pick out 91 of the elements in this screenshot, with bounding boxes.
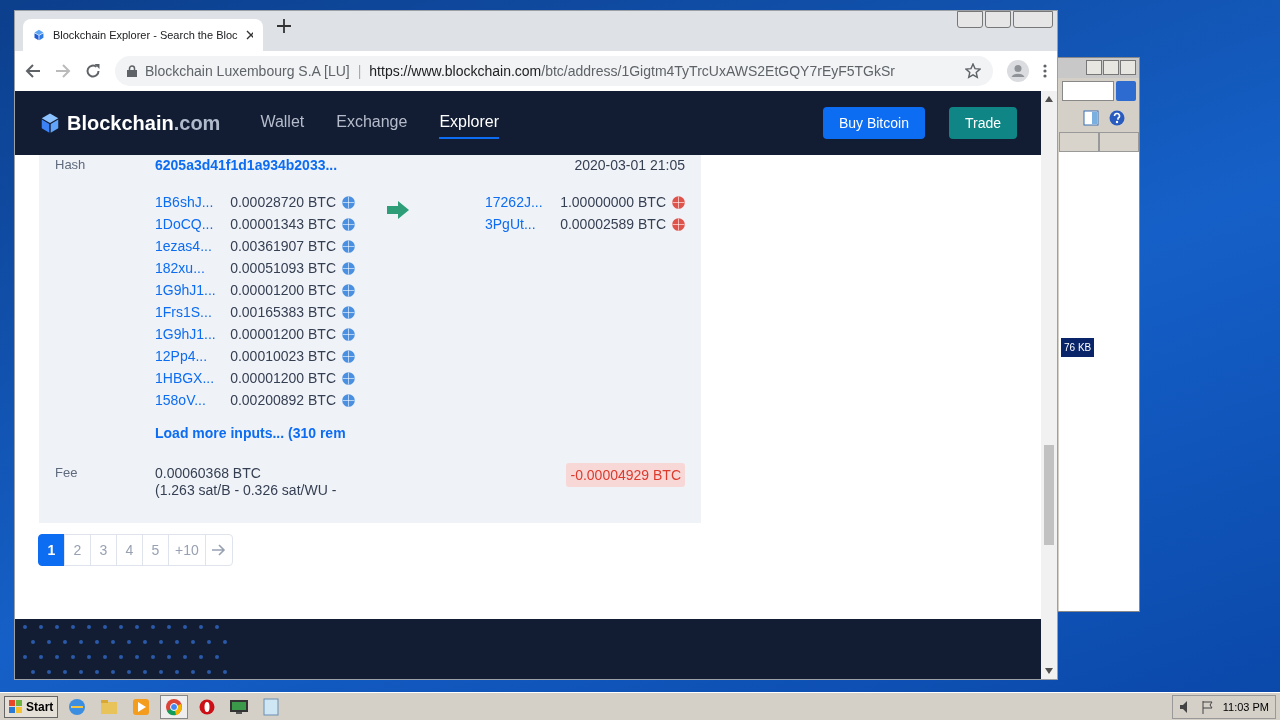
amount-text: 0.00165383 BTC <box>230 304 336 320</box>
globe-icon <box>672 195 685 209</box>
amount-text: 0.00001343 BTC <box>230 216 336 232</box>
page-button[interactable]: 4 <box>116 534 143 566</box>
logo-text[interactable]: Blockchain.com <box>67 111 221 135</box>
page-button[interactable]: +10 <box>168 534 206 566</box>
back-icon[interactable] <box>25 63 41 79</box>
load-more-link[interactable]: Load more inputs... (310 rem <box>155 425 355 441</box>
globe-icon <box>672 217 685 231</box>
fee-rate: (1.263 sat/B - 0.326 sat/WU - <box>155 482 338 499</box>
page-button[interactable]: 5 <box>142 534 169 566</box>
nav-link[interactable]: Wallet <box>260 107 305 139</box>
address-link[interactable]: 17262J... <box>485 194 555 210</box>
amount-text: 0.00002589 BTC <box>560 216 666 232</box>
globe-icon <box>342 371 355 385</box>
scrollbar-thumb[interactable] <box>1044 445 1054 545</box>
globe-icon <box>342 305 355 319</box>
address-link[interactable]: 1DoCQ... <box>155 216 225 232</box>
column-header[interactable] <box>1059 132 1099 152</box>
address-link[interactable]: 158oV... <box>155 392 225 408</box>
amount-text: 1.00000000 BTC <box>560 194 666 210</box>
address-link[interactable]: 1ezas4... <box>155 238 225 254</box>
address-link[interactable]: 1G9hJ1... <box>155 326 225 342</box>
globe-icon <box>342 217 355 231</box>
amount-text: 0.00001200 BTC <box>230 370 336 386</box>
menu-icon[interactable] <box>1043 63 1047 79</box>
nav-link[interactable]: Exchange <box>336 107 408 139</box>
page-button[interactable]: 1 <box>38 534 65 566</box>
scroll-up-icon[interactable] <box>1045 96 1053 102</box>
close-icon[interactable] <box>245 30 253 40</box>
help-icon[interactable] <box>1109 110 1125 126</box>
address-link[interactable]: 1G9hJ1... <box>155 282 225 298</box>
address-link[interactable]: 3PgUt... <box>485 216 555 232</box>
cube-icon <box>33 27 45 43</box>
column-header[interactable] <box>1099 132 1139 152</box>
globe-icon <box>342 261 355 275</box>
amount-text: 0.00028720 BTC <box>230 194 336 210</box>
forward-icon[interactable] <box>55 63 71 79</box>
file-size-text: 76 KB <box>1061 338 1095 357</box>
buy-button[interactable]: Buy Bitcoin <box>822 107 925 139</box>
amount-text: 0.00001200 BTC <box>230 282 336 298</box>
address-link[interactable]: 1B6shJ... <box>155 194 225 210</box>
globe-icon <box>342 195 355 209</box>
amount-text: 0.00361907 BTC <box>230 238 336 254</box>
star-icon[interactable] <box>965 63 981 79</box>
browser-tab[interactable]: Blockchain Explorer - Search the Bloc <box>23 19 263 51</box>
page-button[interactable]: 3 <box>90 534 117 566</box>
hash-label: Hash <box>55 157 87 173</box>
address-link[interactable]: 1HBGX... <box>155 370 225 386</box>
address-bar[interactable]: Blockchain Luxembourg S.A [LU] | https://www.blockchain.com/btc/address/1Gigtm4TyTrcUxAWS2EtGQY7rEyF5TGkSr <box>115 56 993 86</box>
globe-icon <box>342 327 355 341</box>
amount-text: 0.00051093 BTC <box>230 260 336 276</box>
chrome-icon[interactable] <box>160 694 189 719</box>
lock-icon <box>127 65 137 77</box>
arrow-icon <box>211 544 226 556</box>
nav-link[interactable]: Explorer <box>439 107 499 139</box>
cube-icon <box>39 112 61 134</box>
fee-amount: 0.00060368 BTC <box>155 465 262 482</box>
close-button[interactable] <box>1013 11 1053 28</box>
address-link[interactable]: 1Frs1S... <box>155 304 225 320</box>
flag-icon[interactable] <box>1200 699 1215 714</box>
trade-button[interactable]: Trade <box>948 107 1017 139</box>
next-page-button[interactable] <box>204 534 233 566</box>
amount-text: 0.00010023 BTC <box>230 348 336 364</box>
globe-icon <box>342 393 355 407</box>
address-link[interactable]: 182xu... <box>155 260 225 276</box>
amount-text: 0.00001200 BTC <box>230 326 336 342</box>
balance-change-badge: -0.00004929 BTC <box>566 463 685 487</box>
minimize-button[interactable] <box>957 11 983 28</box>
scroll-down-icon[interactable] <box>1045 668 1053 674</box>
minimize-button[interactable] <box>1086 60 1102 75</box>
globe-icon <box>342 239 355 253</box>
scrollbar[interactable] <box>1041 91 1057 679</box>
arrow-icon <box>387 201 409 219</box>
timestamp: 2020-03-01 21:05 <box>573 157 685 173</box>
maximize-button[interactable] <box>1103 60 1119 75</box>
amount-text: 0.00200892 BTC <box>230 392 336 408</box>
globe-icon <box>342 283 355 297</box>
globe-icon <box>342 349 355 363</box>
profile-icon[interactable] <box>1007 60 1029 82</box>
start-button[interactable]: Start <box>4 695 59 718</box>
reload-icon[interactable] <box>85 63 101 79</box>
address-link[interactable]: 12Pp4... <box>155 348 225 364</box>
windows-icon <box>9 699 23 714</box>
page-button[interactable]: 2 <box>64 534 91 566</box>
hash-link[interactable]: 6205a3d41f1d1a934b2033... <box>155 157 485 173</box>
close-button[interactable] <box>1120 60 1136 75</box>
fee-label: Fee <box>55 465 79 482</box>
search-field[interactable] <box>1062 81 1114 101</box>
restore-button[interactable] <box>985 11 1011 28</box>
preview-pane-icon[interactable] <box>1083 110 1099 126</box>
